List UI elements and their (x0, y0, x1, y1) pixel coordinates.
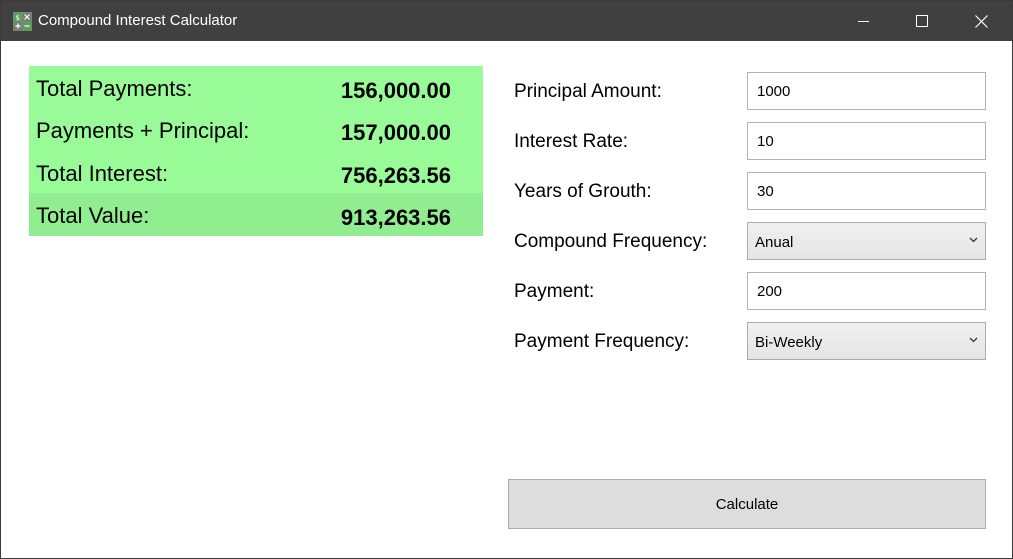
minimize-button[interactable] (835, 1, 893, 41)
principal-amount-label: Principal Amount: (514, 81, 662, 102)
total-payments-label: Total Payments: (36, 76, 193, 101)
maximize-button[interactable] (893, 1, 951, 41)
minimize-icon (858, 21, 869, 22)
close-icon (974, 14, 988, 28)
total-value-label: Total Value: (36, 203, 150, 228)
total-value-row: Total Value: 913,263.56 (29, 193, 483, 236)
years-of-growth-label: Years of Grouth: (514, 181, 652, 202)
payment-frequency-select[interactable]: Bi-Weekly (747, 322, 986, 360)
payments-plus-principal-row: Payments + Principal: 157,000.00 (29, 108, 483, 150)
payments-plus-principal-label: Payments + Principal: (36, 118, 250, 143)
payment-frequency-value: Bi-Weekly (755, 334, 823, 351)
years-of-growth-input[interactable] (747, 172, 986, 210)
total-payments-value: 156,000.00 (340, 78, 451, 103)
close-button[interactable] (952, 1, 1010, 41)
principal-amount-input[interactable] (747, 72, 986, 110)
payment-label: Payment: (514, 281, 595, 302)
chevron-down-icon (969, 337, 978, 343)
total-interest-value: 756,263.56 (340, 163, 451, 188)
maximize-icon (916, 15, 928, 27)
calculator-app-icon: $ (13, 12, 32, 31)
total-value-value: 913,263.56 (340, 205, 451, 230)
total-interest-row: Total Interest: 756,263.56 (29, 151, 483, 193)
total-interest-label: Total Interest: (36, 161, 169, 186)
payment-frequency-label: Payment Frequency: (514, 331, 690, 352)
payments-plus-principal-value: 157,000.00 (340, 120, 451, 145)
app-window: $ Compound Interest Calculator Total Pay… (0, 0, 1013, 559)
results-panel: Total Payments: 156,000.00 Payments + Pr… (29, 66, 483, 236)
total-payments-row: Total Payments: 156,000.00 (29, 66, 483, 108)
interest-rate-input[interactable] (747, 122, 986, 160)
compound-frequency-label: Compound Frequency: (514, 231, 708, 252)
compound-frequency-select[interactable]: Anual (747, 222, 986, 260)
payment-input[interactable] (747, 272, 986, 310)
chevron-down-icon (969, 237, 978, 243)
compound-frequency-value: Anual (755, 234, 794, 251)
calculate-button[interactable]: Calculate (508, 479, 986, 529)
window-title: Compound Interest Calculator (38, 12, 238, 29)
title-bar[interactable]: $ Compound Interest Calculator (1, 1, 1012, 41)
interest-rate-label: Interest Rate: (514, 131, 629, 152)
svg-text:$: $ (16, 14, 20, 22)
